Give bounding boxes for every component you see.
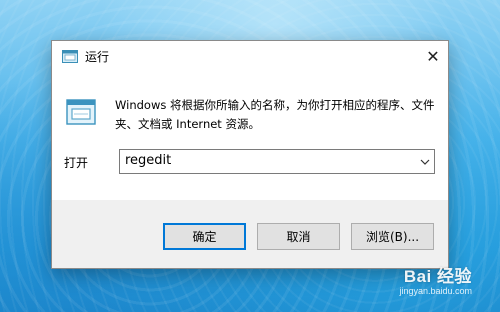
- title-bar[interactable]: 运行 ✕: [52, 41, 448, 72]
- close-icon: ✕: [426, 47, 440, 66]
- run-dialog: 运行 ✕ Windows 将根据你所输入的名称，为你打开相应的程序、文件夹、文档…: [51, 40, 449, 269]
- run-description: Windows 将根据你所输入的名称，为你打开相应的程序、文件夹、文档或 Int…: [115, 98, 435, 131]
- dialog-content: Windows 将根据你所输入的名称，为你打开相应的程序、文件夹、文档或 Int…: [52, 72, 448, 200]
- watermark-brand: Bai 经验: [403, 267, 472, 286]
- baidu-watermark: Bai 经验 jingyan.baidu.com: [399, 262, 472, 296]
- watermark-url: jingyan.baidu.com: [399, 286, 472, 296]
- run-app-icon: [66, 99, 96, 125]
- chevron-down-icon[interactable]: [420, 157, 430, 167]
- desktop-background: 运行 ✕ Windows 将根据你所输入的名称，为你打开相应的程序、文件夹、文档…: [0, 0, 500, 312]
- run-icon: [62, 50, 78, 63]
- open-combobox[interactable]: regedit: [119, 149, 435, 174]
- ok-button[interactable]: 确定: [163, 223, 246, 250]
- browse-button[interactable]: 浏览(B)...: [351, 223, 434, 250]
- window-title: 运行: [85, 50, 110, 64]
- open-label: 打开: [64, 156, 89, 170]
- cancel-button[interactable]: 取消: [257, 223, 340, 250]
- open-input[interactable]: regedit: [125, 153, 171, 168]
- close-button[interactable]: ✕: [418, 41, 448, 72]
